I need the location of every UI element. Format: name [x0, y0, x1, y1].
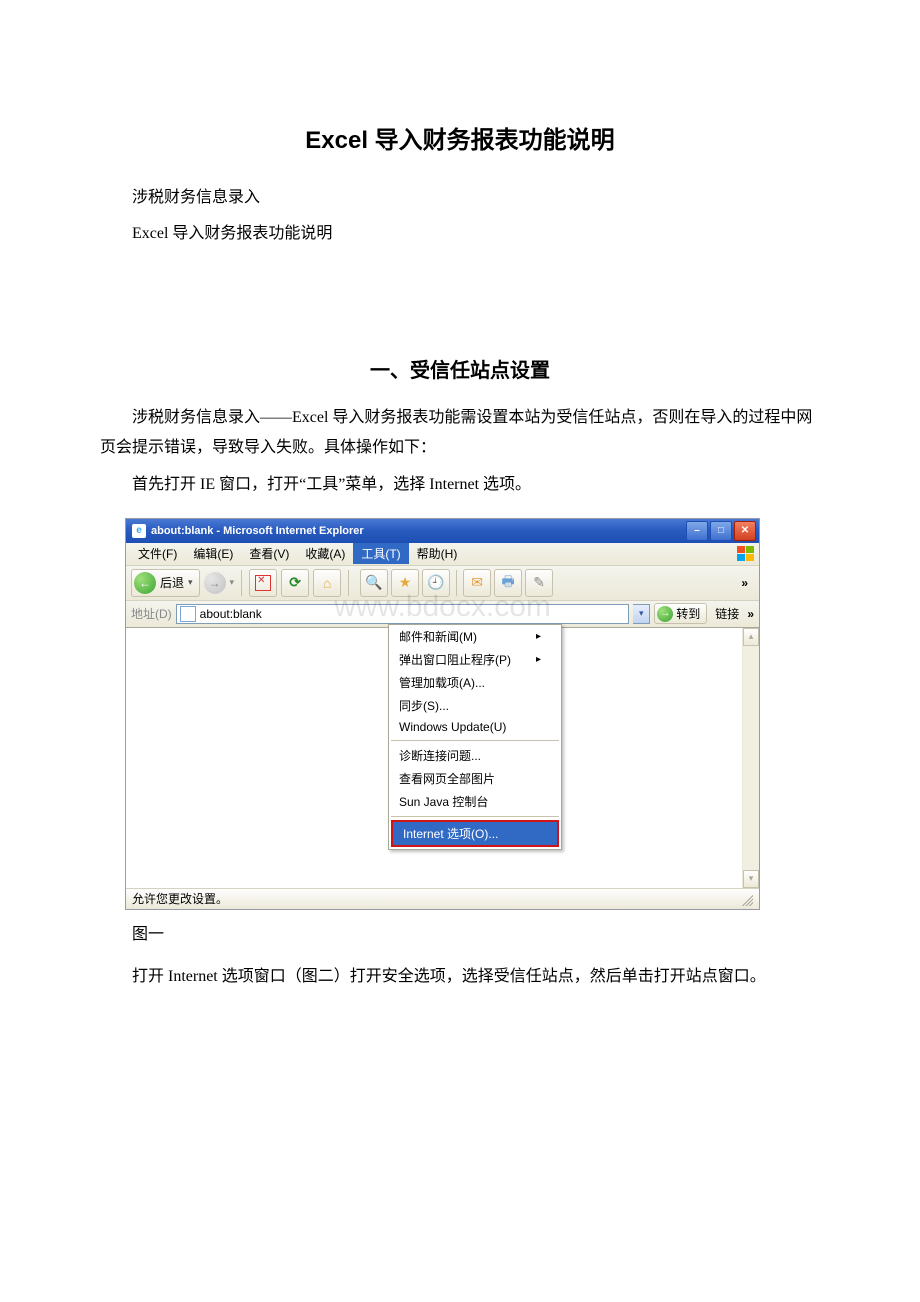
menu-separator [391, 740, 559, 741]
menu-help[interactable]: 帮助(H) [409, 543, 466, 564]
back-arrow-icon: ← [134, 572, 156, 594]
menu-item-label: 诊断连接问题... [399, 747, 481, 764]
refresh-button[interactable]: ⟳ [281, 569, 309, 597]
menu-item-popup-blocker[interactable]: 弹出窗口阻止程序(P) ▸ [389, 648, 561, 671]
search-button[interactable]: 🔍 [360, 569, 388, 597]
forward-dropdown-icon: ▾ [230, 577, 235, 588]
menu-item-label: 查看网页全部图片 [399, 770, 495, 787]
document-page: Excel 导入财务报表功能说明 涉税财务信息录入 Excel 导入财务报表功能… [0, 0, 920, 1058]
ie-toolbar: www.bdocx.com ← 后退 ▾ → ▾ ⟳ ⌂ 🔍 ★ 🕘 ✉ 🖶 ✎ [126, 566, 759, 601]
submenu-arrow-icon: ▸ [536, 654, 541, 665]
menu-item-mail-news[interactable]: 邮件和新闻(M) ▸ [389, 625, 561, 648]
figure-1-caption: 图一 [100, 920, 820, 944]
menu-item-sun-java[interactable]: Sun Java 控制台 [389, 790, 561, 813]
section-1-paragraph-2: 首先打开 IE 窗口，打开“工具”菜单，选择 Internet 选项。 [100, 470, 820, 500]
edit-icon: ✎ [533, 574, 545, 591]
vertical-scrollbar[interactable]: ▴ ▾ [742, 628, 759, 888]
ie-title-text: about:blank - Microsoft Internet Explore… [151, 525, 686, 537]
scroll-up-button[interactable]: ▴ [743, 628, 759, 646]
intro-line-2: Excel 导入财务报表功能说明 [100, 219, 820, 249]
page-icon [180, 606, 196, 622]
chevron-down-icon: ▾ [639, 608, 644, 619]
stop-icon [255, 575, 271, 591]
toolbar-overflow[interactable]: » [735, 574, 754, 592]
go-arrow-icon: → [657, 606, 673, 622]
menu-file[interactable]: 文件(F) [130, 543, 185, 564]
mail-button[interactable]: ✉ [463, 569, 491, 597]
refresh-icon: ⟳ [289, 574, 301, 591]
print-icon: 🖶 [501, 571, 514, 595]
menu-item-label: Sun Java 控制台 [399, 793, 488, 810]
intro-line-1: 涉税财务信息录入 [100, 183, 820, 213]
favorites-button[interactable]: ★ [391, 569, 419, 597]
menu-item-label: 同步(S)... [399, 697, 449, 714]
ie-window: e about:blank - Microsoft Internet Explo… [125, 518, 760, 910]
menu-item-label: 邮件和新闻(M) [399, 628, 477, 645]
maximize-button[interactable]: □ [710, 521, 732, 541]
menu-tools[interactable]: 工具(T) [353, 543, 408, 564]
menu-item-manage-addons[interactable]: 管理加载项(A)... [389, 671, 561, 694]
menu-item-label: Windows Update(U) [399, 720, 506, 734]
print-button[interactable]: 🖶 [494, 569, 522, 597]
tools-dropdown-menu: 邮件和新闻(M) ▸ 弹出窗口阻止程序(P) ▸ 管理加载项(A)... 同步(S)… [388, 624, 562, 850]
mail-icon: ✉ [471, 574, 483, 591]
spacer [100, 256, 820, 346]
status-text: 允许您更改设置。 [132, 890, 228, 907]
ie-titlebar: e about:blank - Microsoft Internet Explo… [126, 519, 759, 543]
menu-edit[interactable]: 编辑(E) [185, 543, 241, 564]
ie-icon: e [132, 524, 146, 538]
ie-statusbar: 允许您更改设置。 [126, 888, 759, 909]
go-label: 转到 [676, 605, 700, 622]
star-icon: ★ [399, 574, 412, 591]
stop-button[interactable] [249, 569, 277, 597]
menu-item-windows-update[interactable]: Windows Update(U) [389, 717, 561, 737]
toolbar-separator [456, 570, 457, 596]
ie-menubar: 文件(F) 编辑(E) 查看(V) 收藏(A) 工具(T) 帮助(H) [126, 543, 759, 566]
ie-content-area: 邮件和新闻(M) ▸ 弹出窗口阻止程序(P) ▸ 管理加载项(A)... 同步(S)… [126, 628, 759, 888]
page-title: Excel 导入财务报表功能说明 [100, 120, 820, 155]
section-1-heading: 一、受信任站点设置 [100, 354, 820, 383]
menu-item-internet-options[interactable]: Internet 选项(O)... [391, 820, 559, 847]
resize-grip-icon[interactable] [739, 892, 753, 906]
menu-item-view-all-images[interactable]: 查看网页全部图片 [389, 767, 561, 790]
menu-view[interactable]: 查看(V) [241, 543, 297, 564]
menu-item-diagnose[interactable]: 诊断连接问题... [389, 744, 561, 767]
edit-button[interactable]: ✎ [525, 569, 553, 597]
section-1-paragraph-1: 涉税财务信息录入——Excel 导入财务报表功能需设置本站为受信任站点，否则在导… [100, 403, 820, 464]
links-label[interactable]: 链接 [711, 605, 743, 622]
minimize-button[interactable]: – [686, 521, 708, 541]
toolbar-separator [241, 570, 242, 596]
submenu-arrow-icon: ▸ [536, 631, 541, 642]
toolbar-separator [348, 570, 349, 596]
menu-item-label: 弹出窗口阻止程序(P) [399, 651, 511, 668]
address-label: 地址(D) [131, 605, 172, 622]
history-button[interactable]: 🕘 [422, 569, 450, 597]
home-button[interactable]: ⌂ [313, 569, 341, 597]
section-1-paragraph-3: 打开 Internet 选项窗口（图二）打开安全选项，选择受信任站点，然后单击打… [100, 962, 820, 992]
scroll-down-button[interactable]: ▾ [743, 870, 759, 888]
search-icon: 🔍 [365, 574, 382, 591]
menu-separator [391, 816, 559, 817]
links-overflow[interactable]: » [747, 607, 754, 621]
home-icon: ⌂ [323, 575, 331, 591]
menu-item-sync[interactable]: 同步(S)... [389, 694, 561, 717]
menu-item-label: 管理加载项(A)... [399, 674, 485, 691]
menu-favorites[interactable]: 收藏(A) [297, 543, 353, 564]
address-dropdown-button[interactable]: ▾ [633, 604, 650, 624]
back-dropdown-icon: ▾ [188, 577, 193, 588]
address-field[interactable]: about:blank [176, 604, 630, 624]
windows-logo-icon [737, 546, 755, 562]
forward-button[interactable]: → [204, 572, 226, 594]
close-button[interactable]: ✕ [734, 521, 756, 541]
history-icon: 🕘 [427, 574, 444, 591]
address-value: about:blank [200, 607, 262, 621]
back-label: 后退 [160, 574, 184, 591]
back-button[interactable]: ← 后退 ▾ [131, 569, 200, 597]
go-button[interactable]: → 转到 [654, 603, 707, 624]
